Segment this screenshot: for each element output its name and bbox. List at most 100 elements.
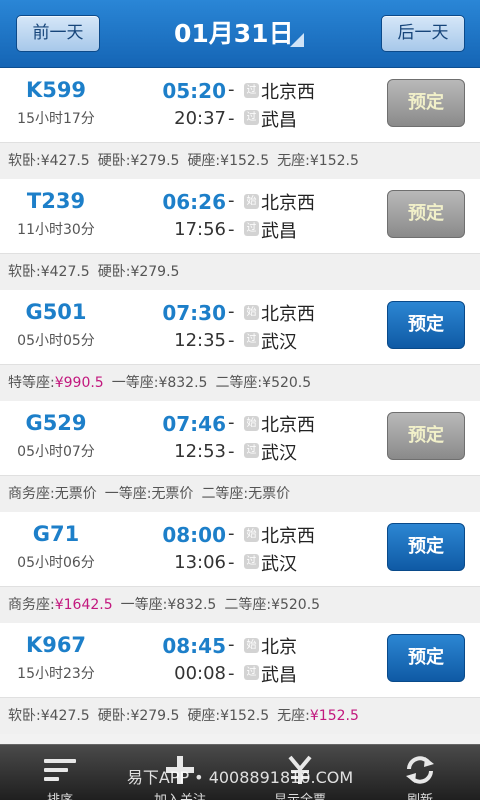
seat-type-label: 二等座:	[201, 486, 249, 502]
book-button[interactable]: 预定	[387, 79, 465, 127]
arrival-station: 武汉	[261, 554, 297, 575]
add-follow-label: 加入关注	[120, 789, 240, 800]
seat-prices: 软卧:¥427.5 硬卧:¥279.5 硬座:¥152.5 无座:¥152.5	[0, 697, 480, 734]
dash-separator: -	[228, 301, 235, 322]
train-code: G529	[25, 411, 87, 435]
train-duration: 05小时06分	[17, 555, 95, 571]
train-main-info: G529 05小时07分 07:46- 始北京西 12:53- 过武汉 预定	[0, 401, 480, 475]
price-item: 硬卧:¥279.5	[98, 264, 180, 280]
train-main-info: K967 15小时23分 08:45- 始北京 00:08- 过武昌 预定	[0, 623, 480, 697]
arrival-type-badge: 过	[244, 443, 259, 458]
sort-icon	[44, 759, 76, 781]
train-row[interactable]: G501 05小时05分 07:30- 始北京西 12:35- 过武汉 预定 特等座:¥990…	[0, 290, 480, 401]
book-button[interactable]: 预定	[387, 190, 465, 238]
seat-type-label: 无座:	[277, 153, 310, 169]
price-item: 软卧:¥427.5	[8, 153, 90, 169]
seat-price-value: 无票价	[151, 486, 194, 502]
sort-button[interactable]: 排序	[0, 745, 120, 800]
arrival-type-badge: 过	[244, 665, 259, 680]
departure-type-badge: 始	[244, 305, 259, 320]
arrival-time: 12:35	[174, 330, 226, 351]
arrival-station: 武昌	[261, 221, 297, 242]
train-list[interactable]: K599 15小时17分 05:20- 过北京西 20:37- 过武昌 预定 软卧:¥427.…	[0, 68, 480, 744]
seat-type-label: 一等座:	[104, 486, 152, 502]
seat-type-label: 硬卧:	[97, 708, 131, 724]
seat-price-value: ¥152.5	[309, 153, 359, 169]
refresh-label: 刷新	[360, 789, 480, 800]
departure-time: 08:00	[162, 523, 226, 547]
next-day-button[interactable]: 后一天	[381, 15, 465, 52]
seat-price-value: ¥279.5	[130, 153, 180, 169]
departure-time: 06:26	[162, 190, 226, 214]
price-item: 一等座:¥832.5	[112, 375, 208, 391]
seat-type-label: 软卧:	[8, 153, 41, 169]
train-row[interactable]: K967 15小时23分 08:45- 始北京 00:08- 过武昌 预定 软卧:¥427.5…	[0, 623, 480, 734]
seat-price-value: ¥520.5	[262, 375, 312, 391]
book-button[interactable]: 预定	[387, 523, 465, 571]
departure-time: 07:30	[162, 301, 226, 325]
sort-label: 排序	[0, 789, 120, 800]
price-item: 一等座:无票价	[105, 486, 194, 502]
seat-prices: 软卧:¥427.5 硬卧:¥279.5 硬座:¥152.5 无座:¥152.5	[0, 142, 480, 179]
seat-price-value: ¥427.5	[40, 708, 90, 724]
train-main-info: G501 05小时05分 07:30- 始北京西 12:35- 过武汉 预定	[0, 290, 480, 364]
train-duration: 05小时07分	[17, 444, 95, 460]
departure-station: 北京	[261, 637, 297, 658]
arrival-time: 00:08	[174, 663, 226, 684]
train-code: K599	[25, 78, 87, 102]
train-row[interactable]: T239 11小时30分 06:26- 始北京西 17:56- 过武昌 预定 软卧:¥427.…	[0, 179, 480, 290]
train-row[interactable]: K599 15小时17分 05:20- 过北京西 20:37- 过武昌 预定软卧:¥427.…	[0, 68, 480, 179]
seat-type-label: 硬座:	[187, 153, 221, 169]
show-full-price-button[interactable]: 显示全票	[240, 745, 360, 800]
seat-prices: 软卧:¥427.5 硬卧:¥279.5	[0, 253, 480, 290]
train-duration: 15小时23分	[17, 666, 95, 682]
arrival-station: 武汉	[261, 443, 297, 464]
price-item: 硬座:¥152.5	[187, 153, 269, 169]
date-selector[interactable]: 01月31日	[168, 14, 308, 54]
train-duration: 05小时05分	[17, 333, 95, 349]
seat-price-value: ¥279.5	[130, 708, 180, 724]
price-item: 商务座:无票价	[8, 486, 97, 502]
seat-prices: 商务座:¥1642.5 一等座:¥832.5 二等座:¥520.5	[0, 586, 480, 623]
arrival-time: 12:53	[174, 441, 226, 462]
departure-type-badge: 过	[244, 83, 259, 98]
seat-type-label: 无座:	[277, 708, 310, 724]
price-item: 二等座:¥520.5	[224, 597, 320, 613]
refresh-button[interactable]: 刷新	[360, 745, 480, 800]
seat-type-label: 软卧:	[8, 264, 41, 280]
add-follow-button[interactable]: 加入关注	[120, 745, 240, 800]
arrival-type-badge: 过	[244, 110, 259, 125]
seat-price-value: 无票价	[248, 486, 291, 502]
departure-time: 08:45	[162, 634, 226, 658]
seat-prices: 特等座:¥990.5 一等座:¥832.5 二等座:¥520.5	[0, 364, 480, 401]
book-button[interactable]: 预定	[387, 634, 465, 682]
arrival-station: 武汉	[261, 332, 297, 353]
departure-type-badge: 始	[244, 416, 259, 431]
seat-type-label: 软卧:	[8, 708, 41, 724]
price-item: 软卧:¥427.5	[8, 708, 90, 724]
date-dropdown-icon[interactable]	[290, 33, 304, 47]
departure-time: 07:46	[162, 412, 226, 436]
seat-price-value: ¥990.5	[54, 375, 104, 391]
dash-separator: -	[228, 663, 235, 684]
arrival-station: 武昌	[261, 665, 297, 686]
train-duration: 11小时30分	[17, 222, 95, 238]
price-item: 无座:¥152.5	[277, 708, 359, 724]
train-code: G501	[25, 300, 87, 324]
top-header: 前一天 01月31日 后一天	[0, 0, 480, 68]
book-button[interactable]: 预定	[387, 412, 465, 460]
book-button[interactable]: 预定	[387, 301, 465, 349]
train-row[interactable]: G529 05小时07分 07:46- 始北京西 12:53- 过武汉 预定 商务座:无票价一…	[0, 401, 480, 512]
price-item: 一等座:¥832.5	[121, 597, 217, 613]
price-item: 商务座:¥1642.5	[8, 597, 113, 613]
seat-price-value: ¥152.5	[220, 153, 270, 169]
train-main-info: T239 11小时30分 06:26- 始北京西 17:56- 过武昌 预定	[0, 179, 480, 253]
train-main-info: K599 15小时17分 05:20- 过北京西 20:37- 过武昌 预定	[0, 68, 480, 142]
arrival-type-badge: 过	[244, 221, 259, 236]
seat-type-label: 硬卧:	[97, 153, 131, 169]
yen-icon	[288, 755, 312, 784]
prev-day-button[interactable]: 前一天	[16, 15, 100, 52]
seat-price-value: ¥832.5	[167, 597, 217, 613]
train-row[interactable]: G71 05小时06分 08:00- 始北京西 13:06- 过武汉 预定 商务座:¥1642…	[0, 512, 480, 623]
departure-station: 北京西	[261, 193, 315, 214]
